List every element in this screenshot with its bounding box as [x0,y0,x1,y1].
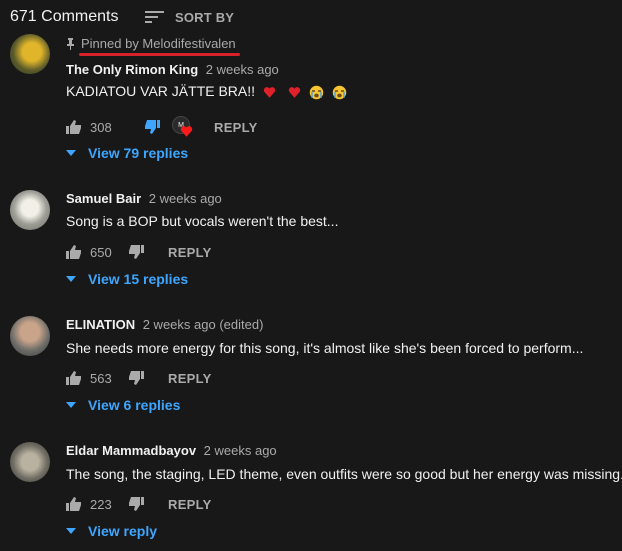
view-replies-button[interactable]: View 15 replies [66,271,188,287]
comment-text: She needs more energy for this song, it'… [66,340,584,356]
comment-author[interactable]: Eldar Mammadbayov [66,443,196,458]
like-count: 563 [90,370,112,386]
avatar[interactable] [10,190,50,230]
view-replies-label: View 79 replies [88,145,189,161]
like-count: 308 [90,119,112,135]
creator-heart-badge: M [172,116,194,138]
comment-text: The song, the staging, LED theme, even o… [66,466,622,482]
sort-icon [145,11,164,23]
chevron-down-icon [66,150,76,156]
view-replies-button[interactable]: View 79 replies [66,145,188,161]
comment-author[interactable]: Samuel Bair [66,191,141,206]
comment-author[interactable]: ELINATION [66,317,135,332]
comment-actions: 308 M REPLY [66,116,258,138]
like-count: 650 [90,244,112,260]
thumbs-down-icon[interactable] [144,119,160,135]
thumbs-up-icon[interactable] [66,119,82,135]
reply-button[interactable]: REPLY [214,120,258,135]
comment-text-row: KADIATOU VAR JÄTTE BRA!! [66,83,347,100]
comment-author[interactable]: The Only Rimon King [66,62,198,77]
thumbs-down-icon[interactable] [128,496,144,512]
avatar[interactable] [10,34,50,74]
thumbs-down-icon[interactable] [128,244,144,260]
comment-text: Song is a BOP but vocals weren't the bes… [66,213,339,229]
comment-text: KADIATOU VAR JÄTTE BRA!! [66,83,256,99]
reply-button[interactable]: REPLY [168,371,212,386]
thumbs-up-icon[interactable] [66,244,82,260]
heart-icon [180,126,193,137]
comment-time[interactable]: 2 weeks ago [149,191,222,206]
comment-actions: 223 REPLY [66,496,212,512]
pinned-badge: Pinned by Melodifestivalen [66,36,240,56]
chevron-down-icon [66,528,76,534]
annotation-underline [79,53,240,56]
comment-actions: 563 REPLY [66,370,212,386]
chevron-down-icon [66,402,76,408]
thumbs-up-icon[interactable] [66,496,82,512]
chevron-down-icon [66,276,76,282]
crying-face-icon [332,85,346,100]
sort-by-button[interactable]: SORT BY [145,6,234,28]
comment-time[interactable]: 2 weeks ago [206,62,279,77]
view-replies-label: View 6 replies [88,397,181,413]
thumbs-up-icon[interactable] [66,370,82,386]
pinned-label: Pinned by Melodifestivalen [81,36,236,51]
reply-button[interactable]: REPLY [168,245,212,260]
view-replies-button[interactable]: View 6 replies [66,397,180,413]
thumbs-down-icon[interactable] [128,370,144,386]
view-replies-button[interactable]: View reply [66,523,157,539]
reply-button[interactable]: REPLY [168,497,212,512]
avatar[interactable] [10,316,50,356]
red-heart-icon [263,86,276,98]
sort-by-label: SORT BY [175,9,235,25]
pin-icon [67,37,74,50]
comment-count: 671 Comments [10,8,119,25]
comments-header: 671 Comments [10,6,119,28]
red-heart-icon [288,86,300,98]
comment-actions: 650 REPLY [66,244,212,260]
view-replies-label: View reply [88,523,158,539]
comment-time[interactable]: 2 weeks ago (edited) [143,317,264,332]
comment-time[interactable]: 2 weeks ago [204,443,277,458]
like-count: 223 [90,496,112,512]
avatar[interactable] [10,442,50,482]
view-replies-label: View 15 replies [88,271,189,287]
crying-face-icon [309,85,323,100]
